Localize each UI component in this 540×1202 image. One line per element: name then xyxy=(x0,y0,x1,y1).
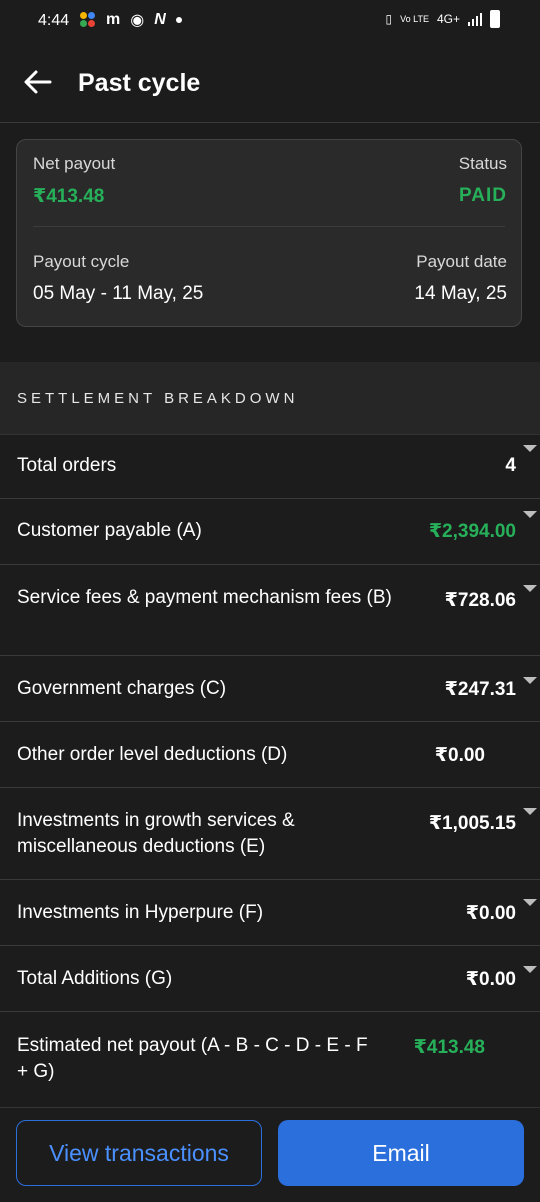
row-value: ₹0.00 xyxy=(465,903,516,924)
battery-icon xyxy=(490,10,500,28)
section-header: SETTLEMENT BREAKDOWN xyxy=(0,362,540,435)
chevron-down-icon xyxy=(523,445,537,452)
chevron-down-icon xyxy=(523,899,537,906)
row-label: Investments in Hyperpure (F) xyxy=(17,902,264,923)
volte-icon: Vo LTE xyxy=(400,14,429,24)
row-estimated-net-payout: Estimated net payout (A - B - C - D - E … xyxy=(0,1012,540,1108)
status-badge: PAID xyxy=(459,185,507,206)
payout-summary-card: Net payout ₹413.48 Status PAID Payout cy… xyxy=(16,139,522,327)
row-value: ₹2,394.00 xyxy=(428,521,516,542)
more-notifications-icon xyxy=(175,17,182,23)
system-icons: ▯ Vo LTE 4G+ xyxy=(386,10,500,28)
chevron-down-icon xyxy=(523,511,537,518)
m-app-icon: m xyxy=(106,11,121,28)
email-button[interactable]: Email xyxy=(278,1120,524,1186)
row-growth-investments[interactable]: Investments in growth services & miscell… xyxy=(0,788,540,880)
row-value: ₹0.00 xyxy=(434,745,485,766)
chrome-icon: ◉ xyxy=(130,12,145,29)
back-button[interactable] xyxy=(20,64,56,100)
payout-date-label: Payout date xyxy=(416,252,507,271)
chevron-down-icon xyxy=(523,808,537,815)
card-divider xyxy=(33,226,505,227)
row-total-orders[interactable]: Total orders 4 xyxy=(0,434,540,499)
status-time: 4:44 xyxy=(38,12,70,29)
view-transactions-button[interactable]: View transactions xyxy=(16,1120,262,1186)
row-government-charges[interactable]: Government charges (C) ₹247.31 xyxy=(0,656,540,722)
row-label: Other order level deductions (D) xyxy=(17,744,288,765)
chevron-down-icon xyxy=(523,585,537,592)
row-value: ₹0.00 xyxy=(465,969,516,990)
row-label: Total orders xyxy=(17,455,117,476)
network-type: 4G+ xyxy=(436,12,460,26)
row-label: Government charges (C) xyxy=(17,678,227,699)
chevron-down-icon xyxy=(523,966,537,973)
signal-icon xyxy=(468,12,482,26)
row-value: ₹1,005.15 xyxy=(428,813,516,834)
row-other-deductions: Other order level deductions (D) ₹0.00 xyxy=(0,722,540,788)
row-label: Investments in growth services & miscell… xyxy=(17,810,295,857)
notification-icons: m ◉ N xyxy=(80,10,182,30)
footer-actions: View transactions Email xyxy=(0,1118,540,1188)
settlement-breakdown-list: Total orders 4 Customer payable (A) ₹2,3… xyxy=(0,434,540,1108)
row-label: Customer payable (A) xyxy=(17,520,202,541)
row-value: ₹728.06 xyxy=(444,590,516,611)
row-label: Service fees & payment mechanism fees (B… xyxy=(17,587,392,608)
payout-date-value: 14 May, 25 xyxy=(414,283,507,304)
chevron-down-icon xyxy=(523,677,537,684)
row-hyperpure-investments[interactable]: Investments in Hyperpure (F) ₹0.00 xyxy=(0,880,540,946)
status-label: Status xyxy=(458,154,507,173)
app-notification-icon xyxy=(80,12,96,28)
row-service-fees[interactable]: Service fees & payment mechanism fees (B… xyxy=(0,565,540,656)
row-value: ₹413.48 xyxy=(413,1037,485,1058)
n-app-icon: N xyxy=(154,11,166,28)
row-value: 4 xyxy=(505,455,516,476)
back-arrow-icon xyxy=(24,70,52,94)
page-title: Past cycle xyxy=(78,69,201,97)
row-total-additions[interactable]: Total Additions (G) ₹0.00 xyxy=(0,946,540,1012)
row-customer-payable[interactable]: Customer payable (A) ₹2,394.00 xyxy=(0,499,540,565)
vibrate-icon: ▯ xyxy=(385,12,393,26)
row-label: Estimated net payout (A - B - C - D - E … xyxy=(17,1035,368,1082)
app-header: Past cycle xyxy=(0,44,540,123)
net-payout-value: ₹413.48 xyxy=(33,186,105,207)
row-value: ₹247.31 xyxy=(444,679,516,700)
payout-cycle-label: Payout cycle xyxy=(33,252,130,271)
row-label: Total Additions (G) xyxy=(17,968,173,989)
status-bar: 4:44 m ◉ N ▯ Vo LTE 4G+ xyxy=(0,0,540,44)
section-title: SETTLEMENT BREAKDOWN xyxy=(17,390,299,407)
payout-cycle-value: 05 May - 11 May, 25 xyxy=(33,283,204,304)
net-payout-label: Net payout xyxy=(33,154,116,173)
